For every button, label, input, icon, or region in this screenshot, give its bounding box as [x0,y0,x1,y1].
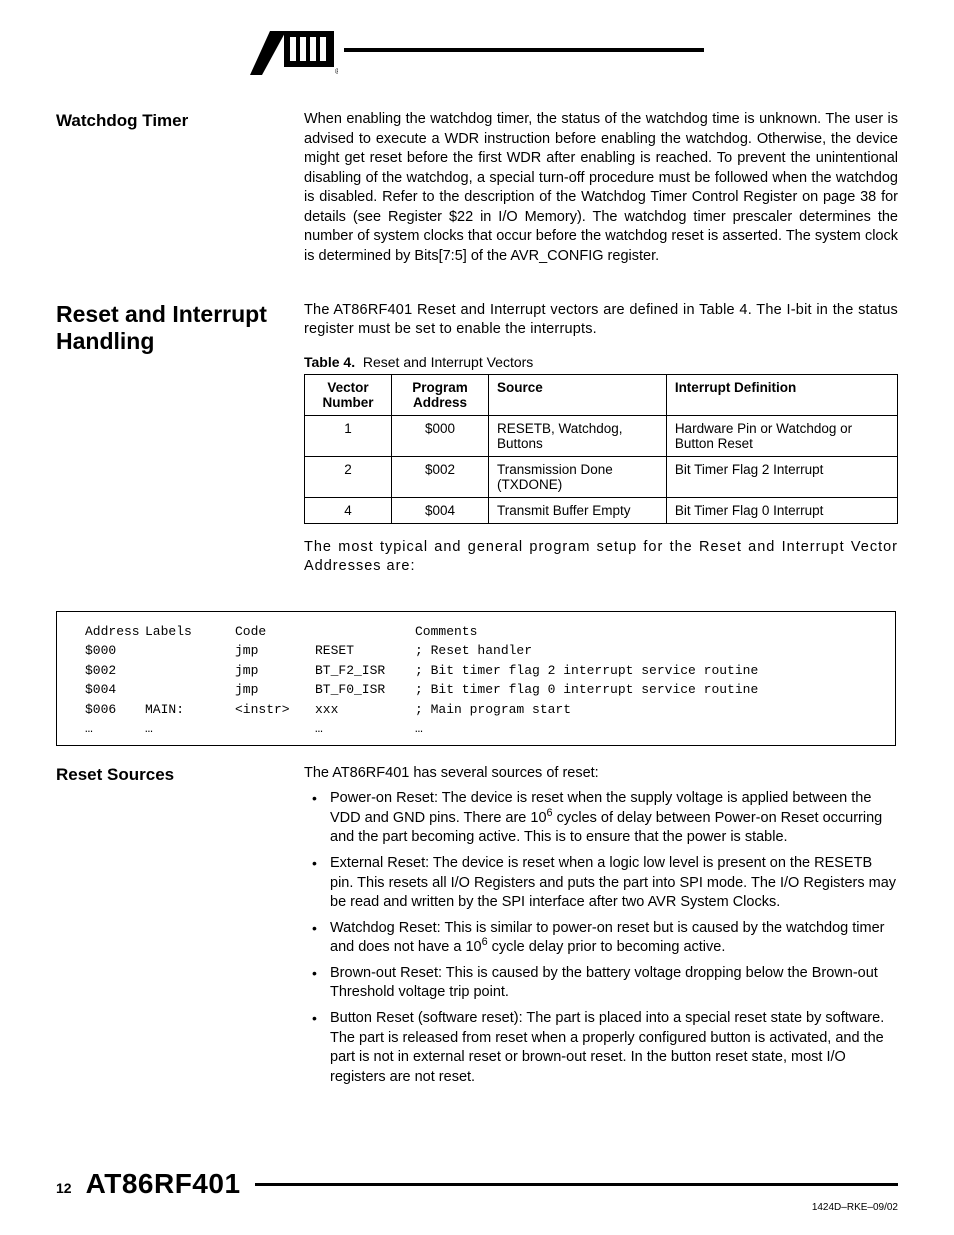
header-rule [344,48,704,52]
svg-text:®: ® [335,67,338,75]
list-item: Watchdog Reset: This is similar to power… [304,919,898,958]
table-row: 2 $002 Transmission Done (TXDONE) Bit Ti… [305,456,898,497]
atmel-logo: ® [250,31,338,75]
table-row: 1 $000 RESETB, Watchdog, Buttons Hardwar… [305,415,898,456]
doc-title: AT86RF401 [86,1168,241,1200]
code-listing: Address Labels Code Comments $000 jmp RE… [56,611,896,746]
para-reset-sources-intro: The AT86RF401 has several sources of res… [304,764,898,784]
footer-rule [255,1183,898,1186]
doc-id: 1424D–RKE–09/02 [56,1202,898,1213]
table-row: 4 $004 Transmit Buffer Empty Bit Timer F… [305,497,898,523]
page-number: 12 [56,1180,72,1196]
para-reset-intro: The AT86RF401 Reset and Interrupt vector… [304,301,898,340]
list-item: External Reset: The device is reset when… [304,854,898,913]
para-after-table: The most typical and general program set… [304,538,898,577]
header-logo-row: ® [56,28,898,78]
para-watchdog: When enabling the watchdog timer, the st… [304,110,898,267]
heading-reset-sources: Reset Sources [56,764,304,1093]
reset-sources-list: Power-on Reset: The device is reset when… [304,789,898,1087]
table-header-row: Vector Number Program Address Source Int… [305,374,898,415]
table-reset-vectors: Vector Number Program Address Source Int… [304,374,898,524]
list-item: Brown-out Reset: This is caused by the b… [304,964,898,1003]
heading-watchdog-timer: Watchdog Timer [56,110,304,281]
table4-caption: Table 4. Reset and Interrupt Vectors [304,354,898,370]
list-item: Power-on Reset: The device is reset when… [304,789,898,848]
heading-reset-interrupt: Reset and Interrupt Handling [56,301,304,591]
list-item: Button Reset (software reset): The part … [304,1009,898,1087]
